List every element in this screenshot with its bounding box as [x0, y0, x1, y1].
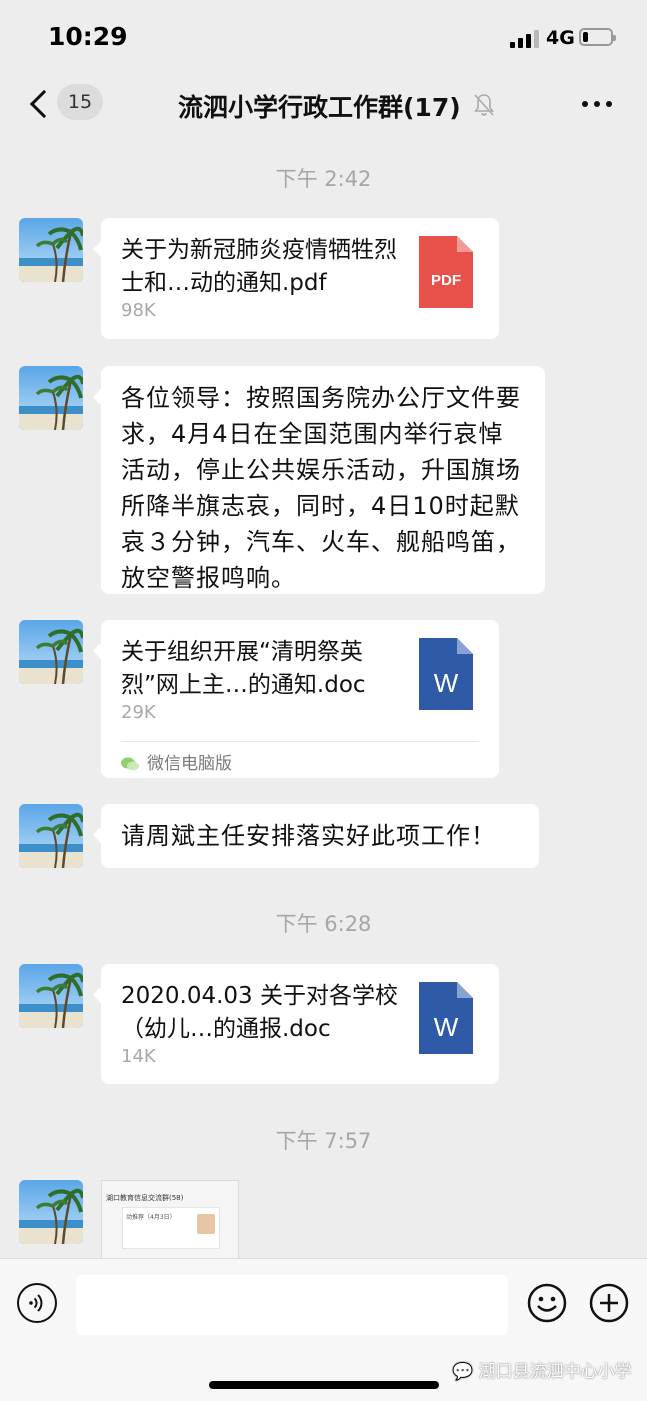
image-message-thumbnail[interactable]: 湖口教育信息交流群(58) 动推荐（4月3日）	[101, 1180, 239, 1259]
signal-strength-icon	[510, 30, 540, 48]
file-message-bubble[interactable]: 2020.04.03 关于对各学校（幼儿…的通报.doc 14K W	[93, 964, 499, 1084]
word-icon: W	[419, 982, 473, 1054]
wechat-icon	[121, 757, 139, 771]
emoji-button[interactable]	[527, 1283, 567, 1323]
voice-input-button[interactable]	[17, 1283, 57, 1323]
chevron-left-icon	[29, 89, 59, 119]
network-type: 4G	[546, 27, 575, 49]
pdf-icon: PDF	[419, 236, 473, 308]
timestamp: 下午 2:42	[275, 167, 372, 191]
avatar[interactable]	[19, 1180, 83, 1244]
thumbnail-photo	[197, 1214, 215, 1234]
nav-bar: 15 流泗小学行政工作群(17)	[0, 70, 647, 138]
divider	[121, 741, 479, 742]
word-icon-label: W	[434, 668, 459, 698]
source-label: 微信电脑版	[147, 754, 232, 774]
avatar[interactable]	[19, 804, 83, 868]
timestamp: 下午 6:28	[275, 912, 372, 936]
file-message-bubble[interactable]: 关于为新冠肺炎疫情牺牲烈士和…动的通知.pdf 98K PDF	[93, 218, 499, 339]
chat-title: 流泗小学行政工作群(17)	[178, 93, 461, 122]
file-name: 2020.04.03 关于对各学校（幼儿…的通报.doc	[121, 983, 398, 1042]
source-line: 微信电脑版	[121, 749, 232, 774]
avatar[interactable]	[19, 964, 83, 1028]
plus-button[interactable]	[589, 1283, 629, 1323]
timestamp: 下午 7:57	[275, 1129, 372, 1153]
watermark: 💬 湖口县流泗中心小学	[452, 1357, 632, 1382]
more-options-button[interactable]	[580, 92, 614, 118]
avatar[interactable]	[19, 620, 83, 684]
avatar[interactable]	[19, 218, 83, 282]
file-message-bubble[interactable]: 关于组织开展“清明祭英烈”网上主…的通知.doc 29K W 微信电脑版	[93, 620, 499, 778]
file-size: 14K	[121, 1046, 156, 1067]
status-bar: 10:29 4G	[0, 0, 647, 70]
word-icon: W	[419, 638, 473, 710]
file-name: 关于组织开展“清明祭英烈”网上主…的通知.doc	[121, 639, 366, 698]
text-message-bubble[interactable]: 各位领导：按照国务院办公厅文件要求，4月4日在全国范围内举行哀悼活动，停止公共娱…	[93, 366, 545, 594]
thumbnail-text: 动推荐（4月3日）	[126, 1214, 176, 1221]
voice-icon	[29, 1294, 43, 1312]
watermark-text: 湖口县流泗中心小学	[478, 1362, 632, 1382]
file-name: 关于为新冠肺炎疫情牺牲烈士和…动的通知.pdf	[121, 237, 397, 296]
back-button[interactable]: 15	[20, 82, 110, 126]
avatar[interactable]	[19, 366, 83, 430]
file-size: 98K	[121, 300, 156, 321]
file-size: 29K	[121, 702, 156, 723]
pdf-icon-label: PDF	[431, 272, 461, 289]
wechat-official-icon: 💬	[452, 1362, 474, 1382]
status-time: 10:29	[48, 22, 128, 51]
thumbnail-title: 湖口教育信息交流群(58)	[106, 1194, 184, 1202]
unread-count-badge: 15	[57, 84, 103, 120]
text-message-bubble[interactable]: 请周斌主任安排落实好此项工作！	[93, 804, 539, 868]
battery-icon	[579, 28, 616, 46]
mute-bell-icon	[473, 94, 495, 116]
home-indicator	[209, 1381, 439, 1389]
input-bar: 💬 湖口县流泗中心小学	[0, 1258, 647, 1401]
message-input[interactable]	[76, 1275, 508, 1335]
thumbnail-card: 动推荐（4月3日）	[122, 1207, 220, 1249]
word-icon-label: W	[434, 1012, 459, 1042]
